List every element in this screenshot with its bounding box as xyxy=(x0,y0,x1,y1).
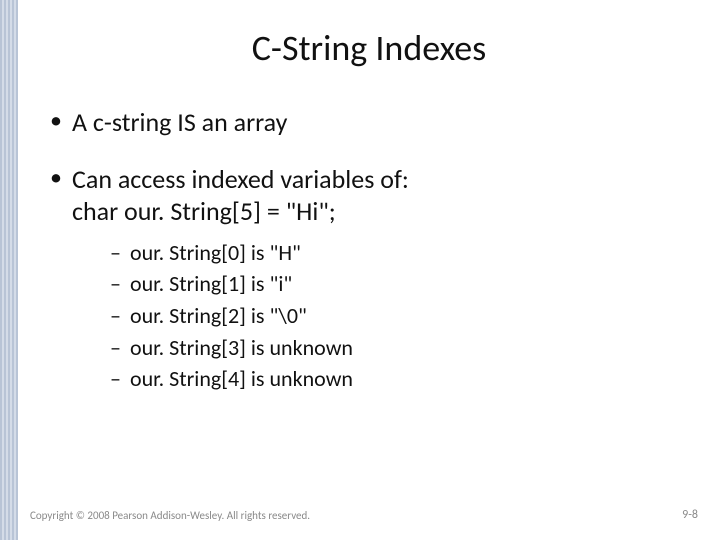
sub-bullet-item: our. String[0] is "H" xyxy=(110,238,692,268)
sub-bullet-item: our. String[4] is unknown xyxy=(110,364,692,394)
sub-bullet-list: our. String[0] is "H" our. String[1] is … xyxy=(72,238,692,394)
sub-bullet-text: our. String[1] is "i" xyxy=(130,270,292,297)
bullet-item: Can access indexed variables of: char ou… xyxy=(46,163,692,394)
bullet-text: Can access indexed variables of: xyxy=(72,163,409,195)
bullet-list: A c-string IS an array Can access indexe… xyxy=(46,106,692,394)
copyright-footer: Copyright © 2008 Pearson Addison-Wesley.… xyxy=(30,509,310,522)
sub-bullet-item: our. String[1] is "i" xyxy=(110,269,692,299)
sub-bullet-item: our. String[3] is unknown xyxy=(110,333,692,363)
decorative-left-strip xyxy=(0,0,18,540)
bullet-text: A c-string IS an array xyxy=(72,106,287,138)
slide-title: C-String Indexes xyxy=(46,26,692,70)
page-number: 9-8 xyxy=(682,508,698,522)
sub-bullet-text: our. String[4] is unknown xyxy=(130,365,353,392)
sub-bullet-text: our. String[3] is unknown xyxy=(130,334,353,361)
slide: C-String Indexes A c-string IS an array … xyxy=(18,0,720,540)
sub-bullet-text: our. String[0] is "H" xyxy=(130,239,301,266)
bullet-item: A c-string IS an array xyxy=(46,106,692,139)
bullet-subline: char our. String[5] = "Hi"; xyxy=(72,195,692,228)
sub-bullet-item: our. String[2] is "\0" xyxy=(110,301,692,331)
sub-bullet-text: our. String[2] is "\0" xyxy=(130,302,307,329)
